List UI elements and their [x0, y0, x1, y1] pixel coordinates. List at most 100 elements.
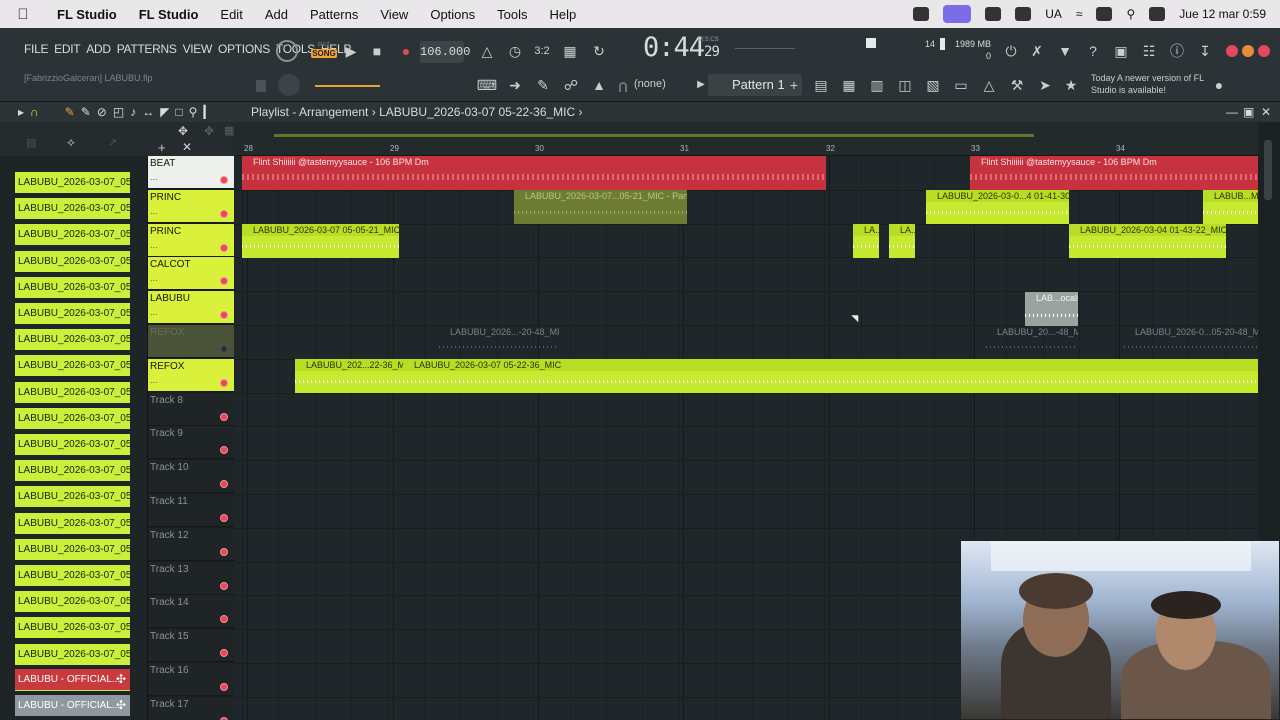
fl-menu-view[interactable]: VIEW [183, 42, 213, 56]
magnet-icon[interactable] [619, 82, 627, 92]
audio-clip[interactable]: LA... [853, 224, 879, 258]
picker-clip-item[interactable]: LABUBU_2026-03-07_05... [15, 224, 130, 246]
track-header[interactable]: Track 12 [148, 527, 234, 561]
browser-icon[interactable]: ▧ [922, 74, 944, 96]
track-record-arm-button[interactable] [220, 412, 228, 421]
picker-clip-item[interactable]: LABUBU_2026-03-07_05... [15, 591, 130, 613]
track-header[interactable]: Track 14 [148, 595, 234, 629]
lock-icon[interactable] [256, 80, 266, 92]
channel-rack-icon[interactable]: ▦ [838, 74, 860, 96]
select-tool-icon[interactable]: □ [175, 102, 182, 122]
gamepad-icon[interactable] [913, 7, 930, 21]
audio-clip[interactable]: LABUBU_2026-0...05-20-48_MIC [1124, 326, 1258, 360]
audio-clip[interactable]: LABUBU_202...22-36_MIC [295, 359, 403, 393]
file-icon[interactable]: ▭ [950, 74, 972, 96]
snap-icon[interactable]: ∩ [30, 102, 39, 122]
tools-icon[interactable]: ✗ [1026, 40, 1048, 62]
audio-clip[interactable]: LABUB...MIC [1203, 190, 1258, 224]
track-header[interactable]: REFOX... [148, 358, 234, 392]
track-record-arm-button[interactable] [220, 176, 228, 184]
shield-icon[interactable] [985, 7, 1002, 21]
picker-clip-item[interactable]: LABUBU_2026-03-07_05... [15, 512, 130, 534]
track-header[interactable]: Track 17 [148, 696, 234, 720]
track-record-arm-button[interactable] [220, 378, 228, 387]
add-pattern-icon[interactable]: + [783, 74, 805, 96]
audio-clip[interactable]: LABUBU_2026-03-07 05-22-36_MIC [403, 359, 1258, 393]
track-header[interactable]: REFOX... [148, 325, 234, 358]
picker-clip-item[interactable]: LABUBU_2026-03-07_05... [15, 172, 130, 193]
stamp-icon[interactable]: ▲ [588, 74, 610, 96]
picker-clip-item[interactable]: LABUBU_2026-03-07_05... [15, 565, 130, 586]
maximize-panel-icon[interactable]: ▣ [1243, 102, 1254, 122]
master-volume-slider[interactable] [315, 85, 380, 87]
mixer-icon[interactable]: ☷ [1138, 40, 1160, 62]
track-record-arm-button[interactable] [220, 581, 228, 590]
fl-menu-add[interactable]: ADD [86, 42, 111, 56]
automation-picker-icon[interactable]: ↗ [108, 136, 117, 149]
picker-clip-item[interactable]: LABUBU_2026-03-07_05... [15, 198, 130, 220]
zoom-tool-icon[interactable]: ⚲ [189, 102, 198, 122]
channel-selector[interactable]: (none) [634, 78, 666, 90]
screen-record-icon[interactable] [943, 5, 972, 23]
play-arrow-icon[interactable]: ▸ [18, 102, 24, 122]
wrench-icon[interactable]: ⚒ [1006, 74, 1028, 96]
picker-audio-item[interactable]: LABUBU - OFFICIAL... ✣ [15, 669, 130, 690]
track-record-arm-button[interactable] [220, 311, 228, 320]
power-icon[interactable]: ⏻ [1000, 40, 1022, 62]
ua-logo-icon[interactable] [1015, 7, 1032, 21]
control-center-icon[interactable] [1149, 7, 1166, 21]
slice-tool-icon[interactable]: ◤ [160, 102, 169, 122]
picker-clip-item[interactable]: LABUBU_2026-03-07_05... [15, 617, 130, 639]
stop-icon[interactable]: ■ [366, 40, 388, 62]
playback-tool-icon[interactable]: ▎ [203, 102, 212, 122]
piano-roll-icon[interactable]: ▥ [866, 74, 888, 96]
picker-audio-item[interactable]: LABUBU - OFFICIAL... ✣ [15, 695, 130, 716]
maximize-window-icon[interactable] [1258, 45, 1270, 57]
audio-clip[interactable]: LA... [889, 224, 915, 258]
playlist-icon[interactable]: ▤ [810, 74, 832, 96]
audio-clip[interactable]: LABUBU_2026-03-04 01-43-22_MIC [1069, 224, 1226, 258]
menu-fl-studio[interactable]: FL Studio [128, 7, 210, 22]
menu-view[interactable]: View [369, 7, 419, 22]
track-record-arm-button[interactable] [220, 277, 228, 286]
menu-app-name[interactable]: FL Studio [46, 7, 128, 22]
song-overview[interactable] [274, 134, 1034, 137]
info-icon[interactable]: ⓘ [1166, 40, 1188, 62]
track-header[interactable]: Track 13 [148, 561, 234, 595]
audio-clip[interactable]: LABUBU_2026-03-07 05-05-21_MIC [242, 224, 399, 258]
picker-clip-item[interactable]: LABUBU_2026-03-07_05... [15, 643, 130, 665]
picker-clip-item[interactable]: LABUBU_2026-03-07_05... [15, 407, 130, 429]
picker-clip-item[interactable]: LABUBU_2026-03-07_05... [15, 303, 130, 324]
close-panel-icon[interactable]: ✕ [1261, 102, 1271, 122]
plugin-icon[interactable]: △ [978, 74, 1000, 96]
track-record-arm-button[interactable] [220, 480, 228, 489]
minimize-panel-icon[interactable]: — [1226, 102, 1238, 122]
track-header[interactable]: Track 9 [148, 426, 234, 460]
master-pitch-knob[interactable] [278, 74, 300, 96]
minimize-window-icon[interactable] [1242, 45, 1254, 57]
play-icon[interactable]: ▶ [340, 40, 362, 62]
fl-menu-options[interactable]: OPTIONS [218, 42, 270, 56]
picker-clip-item[interactable]: LABUBU_2026-03-07_05... [15, 538, 130, 560]
track-header[interactable]: Track 10 [148, 460, 234, 494]
battery-icon[interactable] [1096, 7, 1113, 21]
fl-menu-patterns[interactable]: PATTERNS [117, 42, 177, 56]
track-record-arm-button[interactable] [220, 615, 228, 624]
apple-icon[interactable]:  [0, 6, 46, 23]
audio-clip[interactable]: LABUBU_2026-03-0...4 01-41-30_MIC [926, 190, 1069, 224]
close-window-icon[interactable] [1226, 45, 1238, 57]
pat-song-toggle[interactable]: PAT SONG [311, 42, 337, 64]
track-header[interactable]: Track 15 [148, 629, 234, 663]
audio-clip[interactable]: LAB...ocals [1025, 292, 1078, 326]
remove-track-icon[interactable]: ✕ [182, 140, 192, 154]
user-icon[interactable]: ● [1208, 74, 1230, 96]
update-notice[interactable]: Today A newer version of FL Studio is av… [1091, 72, 1211, 96]
paint-tool-icon[interactable]: ✎ [81, 102, 91, 122]
track-header[interactable]: Track 16 [148, 663, 234, 696]
track-header[interactable]: BEAT... [148, 156, 234, 189]
audio-clip[interactable]: Flint Shiiiiii @tastemyysauce - 106 BPM … [242, 156, 826, 190]
menu-tools[interactable]: Tools [486, 7, 538, 22]
menu-options[interactable]: Options [419, 7, 486, 22]
track-record-arm-button[interactable] [220, 243, 228, 252]
loop-record-icon[interactable]: ↻ [588, 40, 610, 62]
